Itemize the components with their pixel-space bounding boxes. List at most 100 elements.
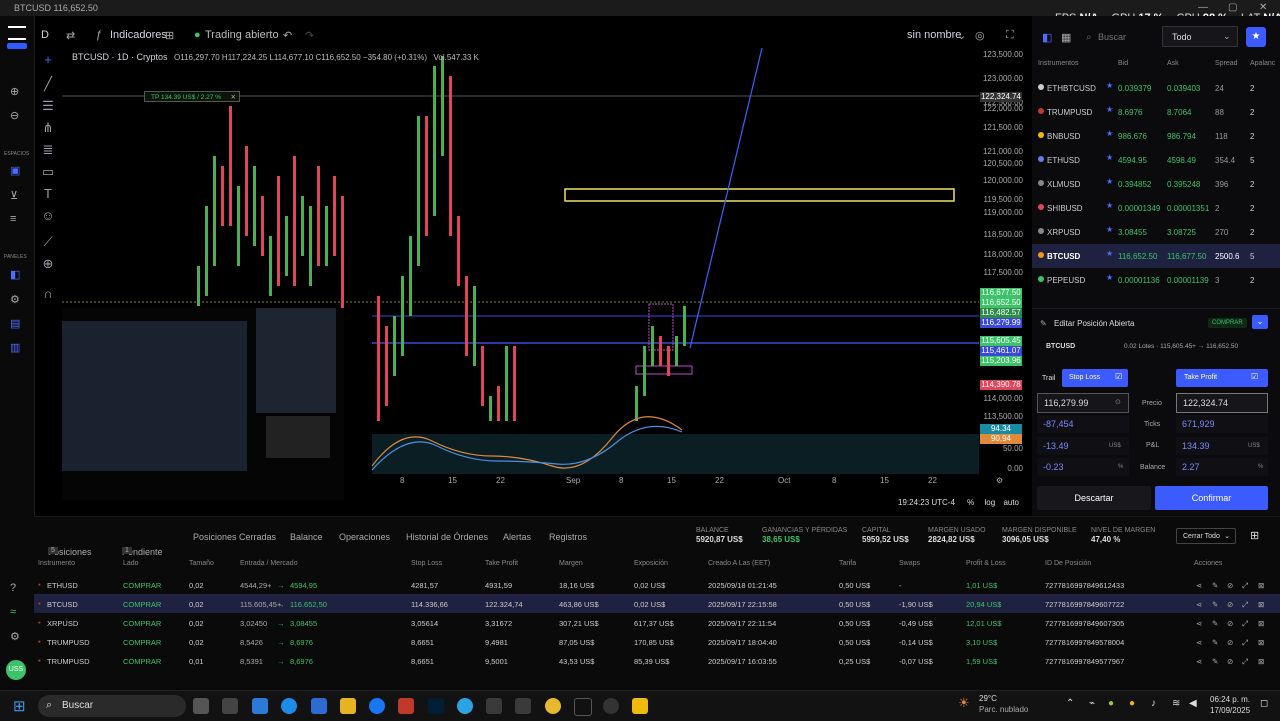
time-settings-icon[interactable]: ⚙ xyxy=(996,476,1003,485)
terminal-icon[interactable] xyxy=(574,698,592,716)
instrument-row[interactable]: XLMUSD ★ 0.394852 0.395248 396 2 xyxy=(1032,172,1280,196)
expand-icon[interactable]: ⤢ xyxy=(1242,638,1248,648)
tray-app-icon[interactable]: ● xyxy=(1108,698,1114,709)
calendar-icon[interactable]: ▦ xyxy=(1061,31,1071,44)
tab-closed[interactable]: Posiciones Cerradas xyxy=(193,532,276,542)
volume-icon[interactable]: ◀ xyxy=(1189,698,1197,709)
discard-button[interactable]: Descartar xyxy=(1037,486,1151,510)
templates-icon[interactable]: ⊞ xyxy=(165,29,174,42)
star-icon[interactable]: ★ xyxy=(1106,153,1113,162)
star-icon[interactable]: ★ xyxy=(1106,201,1113,210)
undo-icon[interactable]: ↶ xyxy=(283,29,292,42)
position-row[interactable]: ▪ TRUMPUSD COMPRAR 0,01 8,5391 → 8,6976 8,6651 9… xyxy=(34,651,1280,670)
expand-icon[interactable]: ⤢ xyxy=(1242,657,1248,667)
share-icon[interactable]: ⋖ xyxy=(1196,619,1202,628)
settings-icon[interactable]: ⚙ xyxy=(10,630,20,643)
zoom-out-icon[interactable]: ⊖ xyxy=(10,109,19,122)
clock-date[interactable]: 17/09/2025 xyxy=(1210,706,1250,715)
position-tp[interactable]: 4931,59 xyxy=(485,581,512,590)
position-row[interactable]: ▪ ETHUSD COMPRAR 0,02 4544,29+ → 4594,95 4281,5… xyxy=(34,575,1280,594)
share-icon[interactable]: ⋖ xyxy=(1196,600,1202,609)
tp-chart-label[interactable]: TP 134.39 US$ / 2.27 % ✕ xyxy=(144,91,240,102)
emoji-icon[interactable]: ☺ xyxy=(40,208,56,224)
expand-icon[interactable]: ⤢ xyxy=(1242,619,1248,629)
tab-history[interactable]: Historial de Órdenes xyxy=(406,532,488,542)
panel-list-icon[interactable]: ▤ xyxy=(10,317,20,330)
zoom-in-icon[interactable]: ⊕ xyxy=(10,85,19,98)
chevron-down-icon[interactable]: ⌄ xyxy=(957,29,966,42)
instrument-row[interactable]: BNBUSD ★ 986.676 986.794 118 2 xyxy=(1032,124,1280,148)
fib-icon[interactable]: ≣ xyxy=(40,142,56,158)
confirm-button[interactable]: Confirmar xyxy=(1155,486,1268,510)
instrument-row[interactable]: ETHBTCUSD ★ 0.039379 0.039403 24 2 xyxy=(1032,76,1280,100)
log-toggle[interactable]: log xyxy=(985,498,996,507)
close-all-button[interactable]: Cerrar Todo ⌄ xyxy=(1176,528,1236,544)
position-row[interactable]: ▪ XRPUSD COMPRAR 0,02 3,02450 → 3,08455 3,05614… xyxy=(34,613,1280,632)
time-axis[interactable]: 8 15 22 Sep 8 15 22 Oct 8 15 22 ⚙ xyxy=(62,476,1003,490)
trendline-icon[interactable]: ╱ xyxy=(40,76,56,92)
instrument-row[interactable]: SHIBUSD ★ 0.00001349 0.00001351 2 2 xyxy=(1032,196,1280,220)
position-tp[interactable]: 122.324,74 xyxy=(485,600,523,609)
expand-icon[interactable]: ⤢ xyxy=(1242,581,1248,591)
indicators-icon[interactable]: ƒ xyxy=(96,29,102,41)
mic-icon[interactable]: ♪ xyxy=(1151,698,1156,709)
share-icon[interactable]: ⋖ xyxy=(1196,638,1202,647)
panel-chart-icon[interactable]: ◧ xyxy=(10,268,20,281)
edit-icon[interactable]: ✎ xyxy=(1212,657,1218,666)
auto-toggle[interactable]: auto xyxy=(1003,498,1019,507)
tp-balance-input[interactable] xyxy=(1176,458,1268,476)
camera-icon[interactable]: ◎ xyxy=(975,29,985,42)
watchlist-icon[interactable]: ◧ xyxy=(1042,31,1052,44)
stop-loss-toggle[interactable]: Stop Loss ☑ xyxy=(1062,369,1128,387)
price-axis[interactable]: 123,500.00 123,000.00 122,500.00 122,000… xyxy=(979,46,1029,500)
help-icon[interactable]: ? xyxy=(10,582,16,594)
sl-reset-icon[interactable]: ⊙ xyxy=(1115,398,1121,406)
photoshop-icon[interactable] xyxy=(428,698,444,714)
position-tp[interactable]: 9,5001 xyxy=(485,657,508,666)
tp-price-input[interactable] xyxy=(1176,393,1268,413)
position-sl[interactable]: 8,6651 xyxy=(411,657,434,666)
edit-icon[interactable]: ✎ xyxy=(1212,638,1218,647)
star-icon[interactable]: ★ xyxy=(1106,273,1113,282)
tab-records[interactable]: Registros xyxy=(549,532,587,542)
position-sl[interactable]: 8,6651 xyxy=(411,638,434,647)
interval-button[interactable]: D xyxy=(41,29,49,41)
rectangle-icon[interactable]: ▭ xyxy=(40,164,56,180)
tab-alerts[interactable]: Alertas xyxy=(503,532,531,542)
edge-icon[interactable] xyxy=(281,698,297,714)
star-icon[interactable]: ★ xyxy=(1106,225,1113,234)
star-icon[interactable]: ★ xyxy=(1106,249,1113,258)
star-icon[interactable]: ★ xyxy=(1106,81,1113,90)
widgets-icon[interactable] xyxy=(252,698,268,714)
binance-icon[interactable] xyxy=(632,698,648,714)
app-icon-2[interactable] xyxy=(486,698,502,714)
close-position-icon[interactable]: ⊠ xyxy=(1258,600,1264,609)
collapse-button[interactable]: ⌄ xyxy=(1252,315,1268,329)
taskbar-search[interactable]: ⌕ Buscar xyxy=(38,695,186,717)
magnet-icon[interactable]: ∩ xyxy=(40,286,56,302)
text-icon[interactable]: T xyxy=(40,186,56,202)
panel-orders-icon[interactable]: ▥ xyxy=(10,341,20,354)
trading-open-label[interactable]: Trading abierto xyxy=(205,29,279,41)
windows-start-icon[interactable]: ⊞ xyxy=(13,697,26,715)
notifications-icon[interactable]: ◻ xyxy=(1260,698,1268,709)
obs-icon[interactable] xyxy=(603,698,619,714)
cart-icon[interactable]: ⊻ xyxy=(10,189,18,202)
ruler-icon[interactable]: ⟋ xyxy=(40,234,56,250)
user-avatar[interactable]: USS xyxy=(6,660,26,680)
position-row[interactable]: ▪ TRUMPUSD COMPRAR 0,02 8,5426 → 8,6976 8,6651 9… xyxy=(34,632,1280,651)
sl-balance-input[interactable] xyxy=(1037,458,1129,476)
star-icon[interactable]: ★ xyxy=(1106,105,1113,114)
zoom-icon[interactable]: ⊕ xyxy=(40,256,56,272)
partial-close-icon[interactable]: ⊘ xyxy=(1227,600,1233,609)
price-chart[interactable] xyxy=(32,46,979,500)
app-icon[interactable] xyxy=(222,698,238,714)
position-tp[interactable]: 9,4981 xyxy=(485,638,508,647)
close-position-icon[interactable]: ⊠ xyxy=(1258,619,1264,628)
instrument-row[interactable]: ETHUSD ★ 4594.95 4598.49 354.4 5 xyxy=(1032,148,1280,172)
clock-time[interactable]: 06:24 p. m. xyxy=(1210,695,1250,704)
tp-close-icon[interactable]: ✕ xyxy=(231,92,236,103)
close-position-icon[interactable]: ⊠ xyxy=(1258,657,1264,666)
take-profit-toggle[interactable]: Take Profit ☑ xyxy=(1176,369,1268,387)
telegram-icon[interactable] xyxy=(457,698,473,714)
